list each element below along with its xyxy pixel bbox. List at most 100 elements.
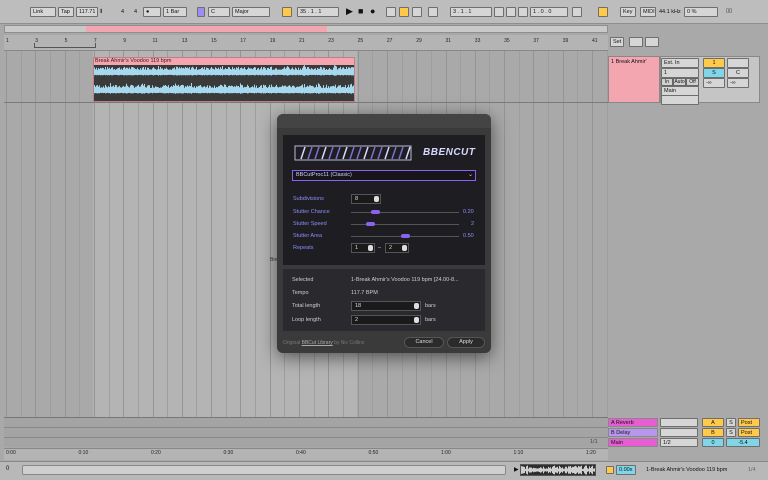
- input-type-select[interactable]: Ext. In: [661, 58, 699, 68]
- stepper-icon[interactable]: [374, 196, 379, 202]
- key-select[interactable]: C: [208, 7, 230, 17]
- total-length-field[interactable]: 18: [351, 301, 421, 311]
- set-button[interactable]: Set: [610, 37, 624, 47]
- track-name[interactable]: 1 Break Ahmir': [611, 59, 647, 65]
- stutter-area-label: Stutter Area: [293, 233, 323, 239]
- tempo-field[interactable]: 117.71: [76, 7, 98, 17]
- clip-preview[interactable]: [520, 464, 596, 476]
- repeats-max-field[interactable]: 2: [385, 243, 409, 253]
- stepper-icon[interactable]: [402, 245, 407, 251]
- return-a-solo[interactable]: S: [726, 418, 736, 427]
- monitor-in[interactable]: In: [661, 78, 673, 86]
- stepper-icon[interactable]: [368, 245, 373, 251]
- computer-keyboard-button[interactable]: [598, 7, 608, 17]
- grid-line: [79, 51, 81, 447]
- return-a-lane-line: [4, 427, 608, 428]
- play-clip-icon[interactable]: ▶: [514, 466, 519, 473]
- preset-select[interactable]: BBCutProc11 (Classic) ⌄: [292, 170, 476, 181]
- stepper-icon[interactable]: [414, 303, 419, 309]
- input-channel-select[interactable]: 1: [661, 68, 699, 78]
- return-a-post[interactable]: Post: [738, 418, 760, 427]
- overview-strip[interactable]: [4, 25, 608, 33]
- audio-clip[interactable]: Break Ahmir's Voodoo 119 bpm: [93, 57, 355, 102]
- loop-length-bar: 1: [533, 9, 537, 15]
- return-b-letter[interactable]: B: [702, 428, 724, 437]
- midi-indicator-icon: ▯▯: [726, 8, 733, 14]
- punch-in-button[interactable]: [494, 7, 504, 17]
- tempo-nudge-icon[interactable]: ⫴: [100, 9, 102, 16]
- bar-ruler-tick: 37: [533, 38, 539, 44]
- tap-button[interactable]: Tap: [58, 7, 74, 17]
- loop-length-field[interactable]: 2: [351, 315, 421, 325]
- time-ruler-tick: 0:10: [78, 450, 89, 456]
- main-routing[interactable]: 1/2: [660, 438, 698, 447]
- grid-line: [269, 51, 271, 447]
- overdub-button[interactable]: [386, 7, 396, 17]
- stutter-speed-knob[interactable]: [365, 222, 375, 226]
- time-sig-numerator[interactable]: 4: [121, 9, 124, 15]
- output-channel-select[interactable]: [661, 95, 699, 105]
- status-left-indicator[interactable]: 0: [6, 466, 9, 472]
- return-a-letter[interactable]: A: [702, 418, 724, 427]
- time-ruler-tick: 1:10: [513, 450, 524, 456]
- scale-select[interactable]: Major: [232, 7, 270, 17]
- monitor-off[interactable]: Off: [686, 78, 699, 86]
- main-zero[interactable]: 0: [702, 438, 724, 447]
- subdivisions-field[interactable]: 8: [351, 194, 381, 204]
- play-icon[interactable]: ▶: [346, 6, 353, 17]
- clip-color-swatch[interactable]: [606, 466, 614, 474]
- main-header[interactable]: Main: [608, 438, 658, 447]
- cue-button[interactable]: C: [727, 68, 749, 78]
- draw-mode-button[interactable]: [197, 7, 205, 17]
- punch-out-button[interactable]: [518, 7, 528, 17]
- return-a-header[interactable]: A Reverb: [608, 418, 658, 427]
- time-sig-denominator[interactable]: 4: [134, 9, 137, 15]
- grid-line: [20, 51, 22, 447]
- arrangement-position[interactable]: 35 . 1 . 1: [297, 7, 339, 17]
- return-b-slot[interactable]: [660, 428, 698, 437]
- params-panel: BBENCUT BBCutProc11 (Classic) ⌄ Subdivis…: [283, 135, 485, 265]
- stutter-area-knob[interactable]: [400, 234, 410, 238]
- loop-start-field[interactable]: 3 . 1 . 1: [450, 7, 492, 17]
- track-number-button[interactable]: 1: [703, 58, 725, 68]
- return-b-post[interactable]: Post: [738, 428, 760, 437]
- repeats-min-field[interactable]: 1: [351, 243, 375, 253]
- metronome-button[interactable]: ●: [143, 7, 161, 17]
- capture-button[interactable]: [428, 7, 438, 17]
- follow-button[interactable]: [282, 7, 292, 17]
- cancel-button[interactable]: Cancel: [404, 337, 444, 348]
- arm-button[interactable]: [727, 58, 749, 68]
- record-icon[interactable]: ●: [370, 6, 375, 16]
- pan-value[interactable]: -∞: [727, 78, 749, 88]
- return-a-slot[interactable]: [660, 418, 698, 427]
- loop-button[interactable]: [506, 7, 516, 17]
- monitor-auto[interactable]: Auto: [673, 78, 686, 86]
- main-volume[interactable]: -5.4: [726, 438, 760, 447]
- grid-line: [225, 51, 227, 447]
- stutter-chance-knob[interactable]: [370, 210, 380, 214]
- volume-value[interactable]: -∞: [703, 78, 725, 88]
- re-enable-automation-button[interactable]: [412, 7, 422, 17]
- stepper-icon[interactable]: [414, 317, 419, 323]
- loop-length-field[interactable]: 1 . 0 . 0: [530, 7, 568, 17]
- arrangement-toggle[interactable]: [629, 37, 643, 47]
- grid-line: [152, 51, 154, 447]
- horizontal-scrollbar[interactable]: [22, 465, 506, 475]
- return-b-solo[interactable]: S: [726, 428, 736, 437]
- return-b-header[interactable]: B Delay: [608, 428, 658, 437]
- link-button[interactable]: Link: [30, 7, 56, 17]
- bbcut-library-link[interactable]: BBCut Library: [302, 340, 333, 346]
- zoom-field[interactable]: 0.00x: [616, 465, 636, 475]
- midi-map-button[interactable]: MIDI: [640, 7, 656, 17]
- key-map-button[interactable]: Key: [620, 7, 636, 17]
- apply-button[interactable]: Apply: [447, 337, 485, 348]
- solo-button[interactable]: S: [703, 68, 725, 78]
- quantize-select[interactable]: 1 Bar: [163, 7, 187, 17]
- session-toggle[interactable]: [645, 37, 659, 47]
- stutter-chance-track[interactable]: [351, 212, 459, 213]
- grid-line: [108, 51, 110, 447]
- draw-pencil-button[interactable]: [572, 7, 582, 17]
- stop-icon[interactable]: ■: [358, 6, 363, 16]
- automation-arm-button[interactable]: [399, 7, 409, 17]
- footer-prefix: Original: [283, 340, 301, 346]
